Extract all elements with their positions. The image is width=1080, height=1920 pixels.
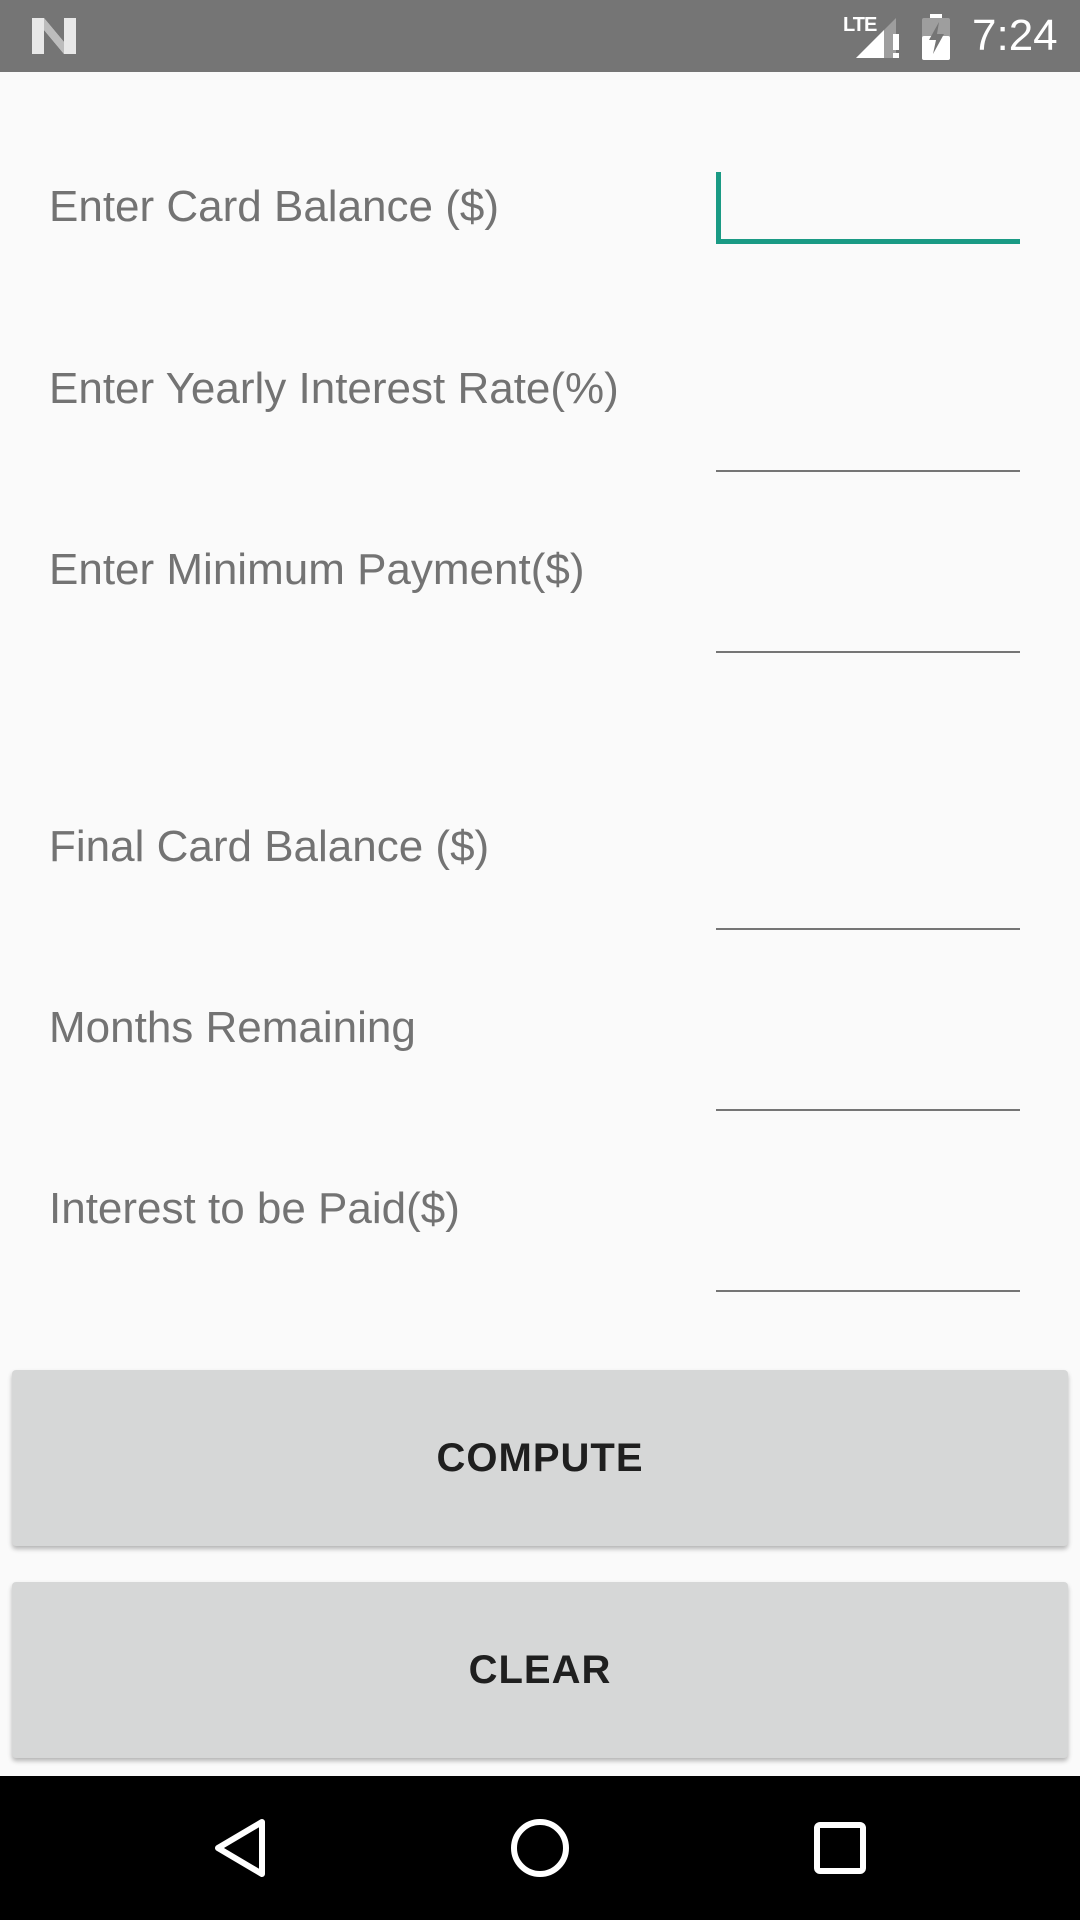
input-underline — [716, 928, 1020, 930]
clock: 7:24 — [972, 11, 1058, 60]
network-type-label: LTE — [843, 14, 877, 36]
input-underline — [716, 651, 1020, 653]
final-balance-label: Final Card Balance ($) — [49, 822, 490, 871]
back-icon[interactable] — [204, 1812, 276, 1884]
minimum-payment-input[interactable] — [716, 589, 1020, 653]
card-balance-input[interactable] — [716, 172, 1020, 244]
status-bar: LTE 7:24 — [0, 0, 1080, 72]
months-remaining-label: Months Remaining — [49, 1003, 416, 1052]
battery-charging-icon — [922, 14, 950, 60]
recents-icon[interactable] — [804, 1812, 876, 1884]
input-underline — [716, 1109, 1020, 1111]
final-balance-field[interactable] — [716, 866, 1020, 930]
interest-rate-input[interactable] — [716, 408, 1020, 472]
minimum-payment-label: Enter Minimum Payment($) — [49, 545, 585, 594]
text-cursor — [716, 172, 721, 244]
interest-rate-label: Enter Yearly Interest Rate(%) — [49, 364, 619, 413]
input-underline — [716, 1290, 1020, 1292]
navigation-bar — [0, 1776, 1080, 1920]
interest-paid-field[interactable] — [716, 1228, 1020, 1292]
home-icon[interactable] — [504, 1812, 576, 1884]
card-balance-label: Enter Card Balance ($) — [49, 182, 499, 231]
months-remaining-field[interactable] — [716, 1047, 1020, 1111]
compute-button[interactable]: COMPUTE — [12, 1370, 1068, 1546]
input-underline — [716, 470, 1020, 472]
android-n-logo-icon — [32, 18, 76, 54]
interest-paid-label: Interest to be Paid($) — [49, 1184, 460, 1233]
input-underline — [716, 239, 1020, 244]
clear-button[interactable]: CLEAR — [12, 1582, 1068, 1758]
